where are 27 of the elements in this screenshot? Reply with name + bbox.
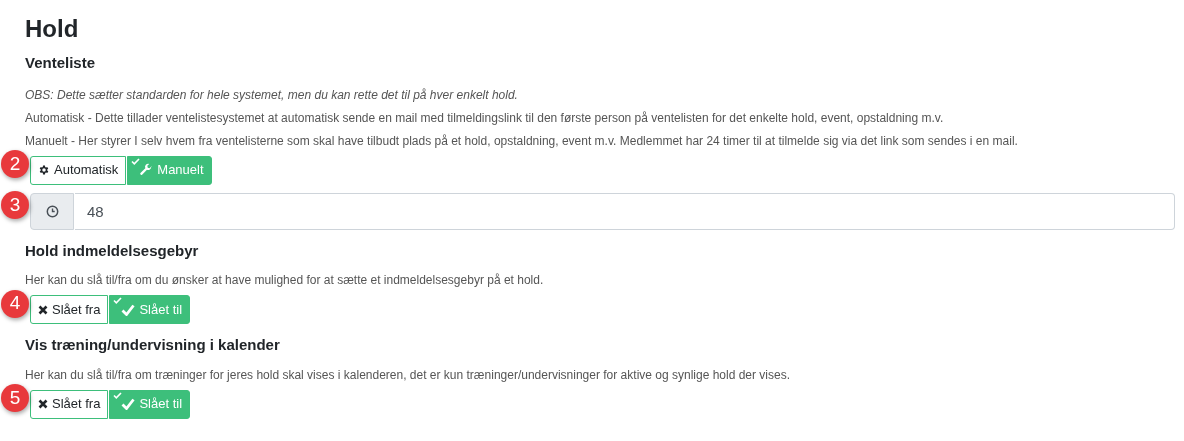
wrench-icon	[139, 163, 154, 177]
check-icon	[121, 398, 136, 410]
description-text: OBS: Dette sætter standarden for hele systemet, men du kan rette det til på hver enkelt hold.	[25, 86, 519, 103]
description-text: Her kan du slå til/fra om træninger for jeres hold skal vises i kalenderen, det er kun træninger/undervisninger for aktive og synlige hold der vises.	[25, 366, 792, 383]
toggle-button[interactable]: Slået fra	[30, 295, 109, 324]
tick-icon	[113, 297, 123, 304]
step-badge: 2	[1, 150, 29, 178]
cross-icon	[38, 399, 48, 409]
tick-icon	[113, 391, 123, 399]
step-badge: 5	[1, 384, 29, 412]
step-badge: 3	[1, 191, 29, 219]
gear-icon	[38, 164, 50, 176]
check-icon	[121, 303, 136, 316]
input-field[interactable]: 48	[75, 192, 1175, 230]
step-badge: 4	[1, 289, 29, 318]
cross-icon	[38, 304, 48, 315]
description-text: Her kan du slå til/fra om du ønsker at have mulighed for at sætte et indmeldelsesgebyr på et hold.	[25, 272, 545, 288]
clock-icon	[30, 192, 74, 230]
tick-icon	[131, 157, 141, 165]
section-heading: Hold indmeldelsesgebyr	[25, 240, 200, 261]
toggle-button[interactable]: Automatisk	[30, 155, 127, 185]
page-title: Hold	[25, 14, 80, 44]
section-heading: Venteliste	[25, 53, 97, 73]
description-text: Manuelt - Her styrer I selv hvem fra ventelisterne som skal have tilbudt plads på et hold, opstaldning, event m.v. Medlemmet har 24 timer til at tilmelde sig via det link som sendes i en mail.	[25, 132, 1019, 149]
description-text: Automatisk - Dette tillader ventelistesystemet at automatisk sende en mail med tilmeldingslink til den første person på ventelisten for det enkelte hold, event, opstaldning m.v.	[25, 109, 945, 126]
toggle-button[interactable]: Slået fra	[30, 389, 109, 419]
section-heading: Vis træning/undervisning i kalender	[25, 335, 281, 355]
